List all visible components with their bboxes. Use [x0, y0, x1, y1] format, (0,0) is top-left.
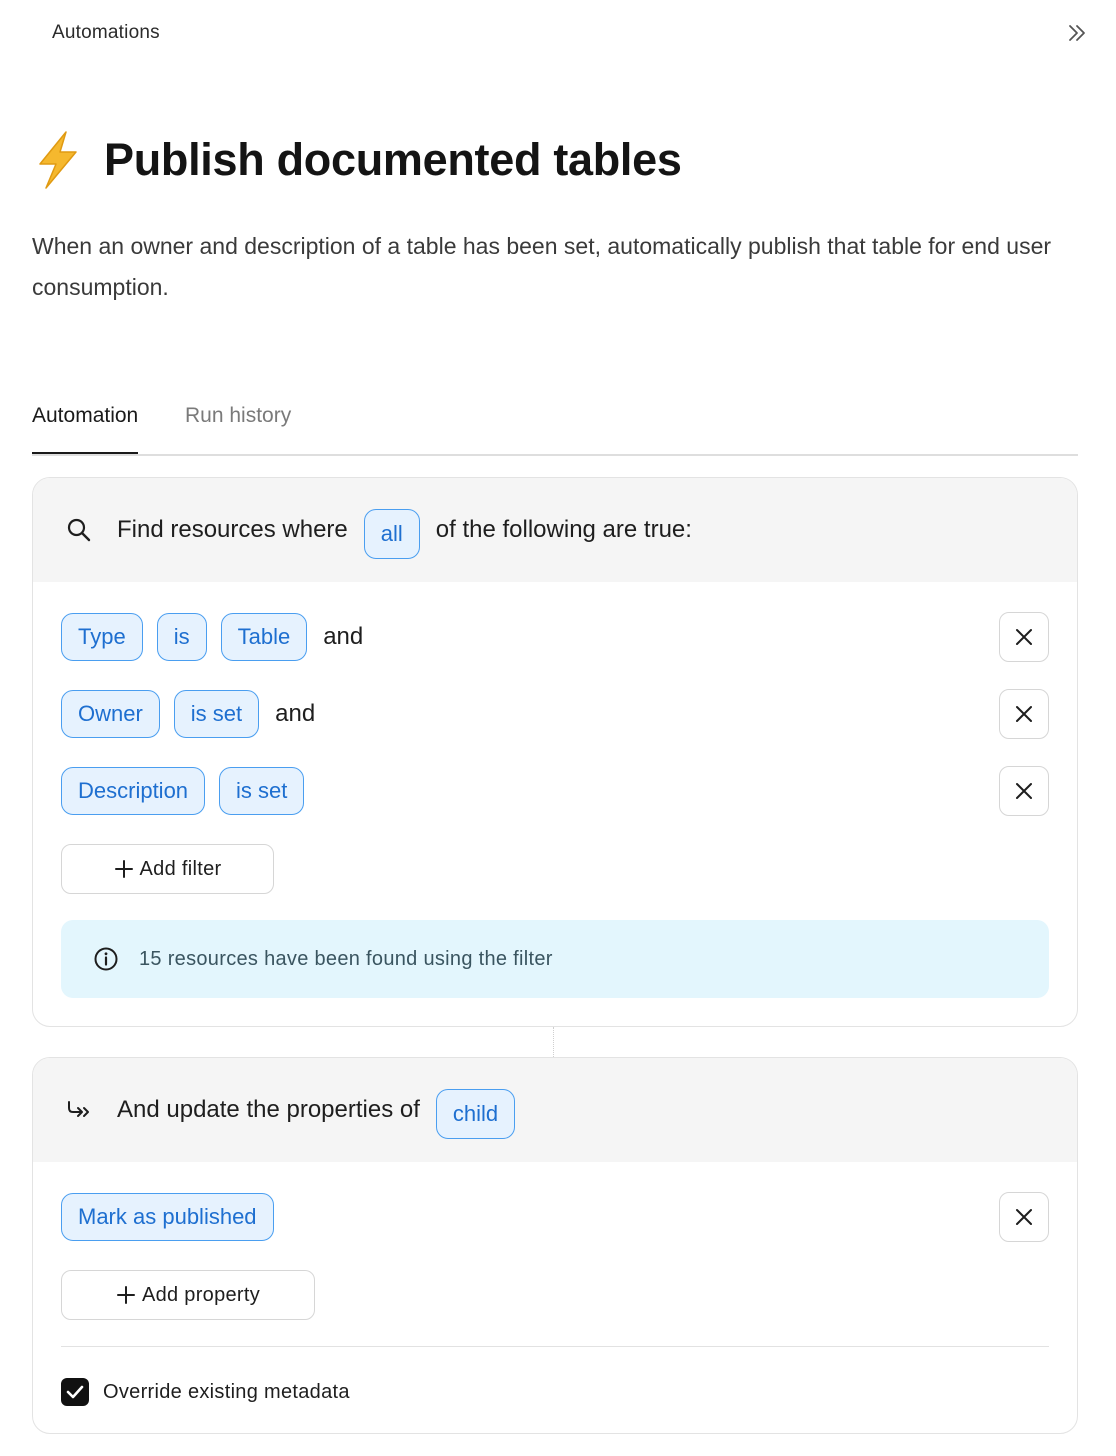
- update-prefix-text: And update the properties of: [117, 1096, 420, 1123]
- override-metadata-row: Override existing metadata: [61, 1378, 350, 1406]
- add-property-label: Add property: [141, 1283, 261, 1306]
- quantifier-chip[interactable]: all: [363, 509, 420, 559]
- filter-operator-chip[interactable]: is: [156, 613, 207, 661]
- add-filter-label: Add filter: [139, 857, 222, 880]
- find-prefix-text: Find resources where: [117, 516, 348, 543]
- filter-field-chip[interactable]: Type: [61, 613, 143, 661]
- collapse-panel-button[interactable]: [1064, 20, 1090, 46]
- check-icon: [66, 1385, 84, 1399]
- remove-filter-button[interactable]: [999, 612, 1049, 662]
- tab-automation[interactable]: Automation: [32, 404, 139, 454]
- close-icon: [1016, 706, 1032, 722]
- property-row: Mark as published: [61, 1192, 288, 1242]
- plus-icon: [116, 1285, 136, 1305]
- card-connector: [553, 1027, 554, 1057]
- plus-icon: [114, 859, 134, 879]
- filter-joiner: and: [275, 700, 316, 727]
- breadcrumb[interactable]: Automations: [52, 22, 160, 44]
- tab-bar: Automation Run history: [32, 390, 1078, 456]
- divider: [61, 1346, 1049, 1347]
- update-target-chip[interactable]: child: [435, 1089, 516, 1139]
- filter-row: Description is set: [61, 766, 318, 816]
- filter-operator-chip[interactable]: is set: [173, 690, 260, 738]
- lightning-icon: [39, 131, 77, 189]
- update-properties-card: And update the properties of child Mark …: [32, 1057, 1078, 1434]
- filter-result-text: 15 resources have been found using the f…: [139, 947, 553, 970]
- property-chip[interactable]: Mark as published: [61, 1193, 274, 1241]
- tab-run-history[interactable]: Run history: [185, 404, 291, 450]
- page-title: Publish documented tables: [104, 134, 682, 185]
- filter-row: Owner is set and: [61, 689, 315, 739]
- top-bar: Automations: [0, 0, 1116, 68]
- subdirectory-arrow-icon: [65, 1096, 93, 1124]
- filter-field-chip[interactable]: Owner: [61, 690, 160, 738]
- double-chevron-right-icon: [1069, 25, 1085, 41]
- filter-value-chip[interactable]: Table: [220, 613, 308, 661]
- add-property-button[interactable]: Add property: [61, 1270, 315, 1320]
- filter-field-chip[interactable]: Description: [61, 767, 206, 815]
- filter-result-info: 15 resources have been found using the f…: [61, 920, 1049, 998]
- override-metadata-checkbox[interactable]: [61, 1378, 89, 1406]
- add-filter-button[interactable]: Add filter: [61, 844, 274, 894]
- title-row: Publish documented tables: [32, 124, 682, 196]
- find-resources-card: Find resources where all of the followin…: [32, 477, 1078, 1027]
- filter-operator-chip[interactable]: is set: [219, 767, 305, 815]
- remove-filter-button[interactable]: [999, 689, 1049, 739]
- find-suffix-text: of the following are true:: [435, 516, 692, 543]
- filter-row: Type is Table and: [61, 612, 363, 662]
- close-icon: [1016, 629, 1032, 645]
- close-icon: [1016, 783, 1032, 799]
- override-metadata-label[interactable]: Override existing metadata: [103, 1381, 350, 1404]
- remove-filter-button[interactable]: [999, 766, 1049, 816]
- update-properties-header: And update the properties of child: [33, 1058, 1077, 1162]
- close-icon: [1016, 1209, 1032, 1225]
- remove-property-button[interactable]: [999, 1192, 1049, 1242]
- search-icon: [65, 516, 93, 544]
- find-resources-header: Find resources where all of the followin…: [33, 478, 1077, 582]
- info-icon: [93, 946, 119, 972]
- automation-description: When an owner and description of a table…: [32, 233, 1052, 300]
- filter-joiner: and: [323, 623, 364, 650]
